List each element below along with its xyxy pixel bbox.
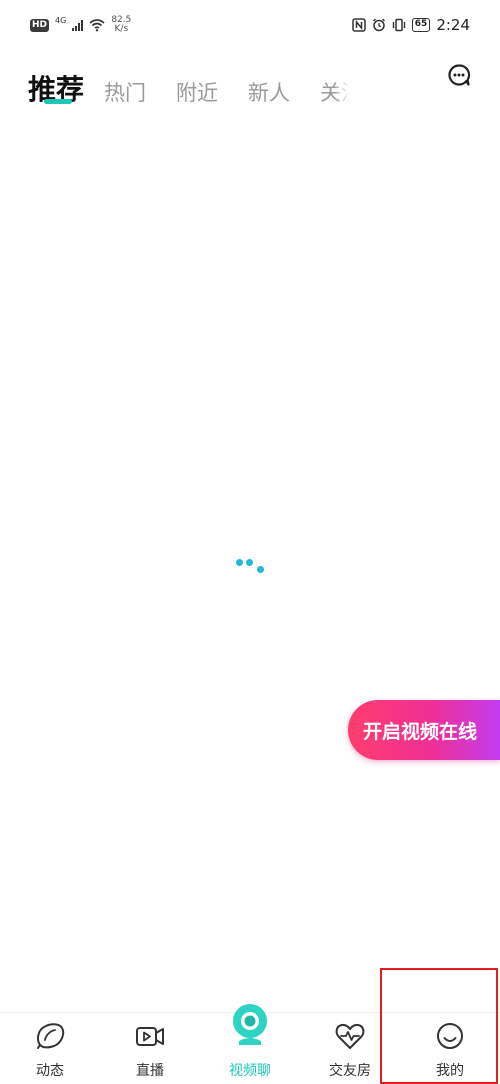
top-tab-bar: 推荐 热门 附近 新人 关注	[28, 58, 380, 108]
alarm-icon	[372, 18, 385, 32]
nav-label-me: 我的	[436, 1063, 464, 1079]
nav-label-video-chat: 视频聊	[229, 1063, 271, 1079]
status-bar-left: HD 4G 82.5 K/s	[30, 16, 131, 34]
signal-icon	[72, 19, 84, 31]
nav-label-moments: 动态	[36, 1063, 64, 1079]
nav-item-live[interactable]: 直播	[110, 1013, 190, 1084]
webcam-icon	[233, 1004, 267, 1045]
message-dots-icon[interactable]	[447, 63, 471, 87]
vibrate-icon	[392, 18, 405, 32]
bottom-nav-bar: 动态 直播 视频聊 交友房 我的	[0, 1004, 500, 1084]
nav-item-me[interactable]: 我的	[410, 1013, 490, 1084]
nfc-icon	[352, 18, 366, 32]
start-video-online-button[interactable]: 开启视频在线	[348, 700, 500, 760]
network-generation: 4G	[55, 15, 67, 25]
active-tab-indicator	[44, 99, 72, 104]
battery-indicator: 65	[411, 18, 431, 32]
network-speed: 82.5 K/s	[111, 16, 131, 34]
status-bar: HD 4G 82.5 K/s 65 2:24	[0, 0, 500, 54]
nav-label-live: 直播	[136, 1063, 164, 1079]
nav-item-moments[interactable]: 动态	[10, 1013, 90, 1084]
tab-following[interactable]: 关注	[320, 78, 350, 108]
wifi-icon	[89, 19, 105, 32]
tab-hot[interactable]: 热门	[104, 78, 146, 108]
lemon-icon	[37, 1023, 65, 1049]
smile-face-icon	[437, 1023, 463, 1049]
start-video-online-label: 开启视频在线	[363, 720, 478, 743]
hd-badge: HD	[30, 18, 50, 32]
heart-pulse-icon	[335, 1023, 365, 1049]
tab-newcomers[interactable]: 新人	[248, 78, 290, 108]
clock: 2:24	[436, 16, 470, 34]
nav-item-video-chat[interactable]: 视频聊	[210, 1004, 290, 1084]
status-bar-right: 65 2:24	[352, 16, 470, 34]
nav-item-friend-room[interactable]: 交友房	[310, 1013, 390, 1084]
nav-label-friend-room: 交友房	[329, 1063, 371, 1079]
tab-nearby[interactable]: 附近	[176, 78, 218, 108]
video-play-icon	[136, 1027, 164, 1046]
loading-dots-icon	[233, 557, 267, 575]
speed-unit: K/s	[114, 24, 129, 34]
